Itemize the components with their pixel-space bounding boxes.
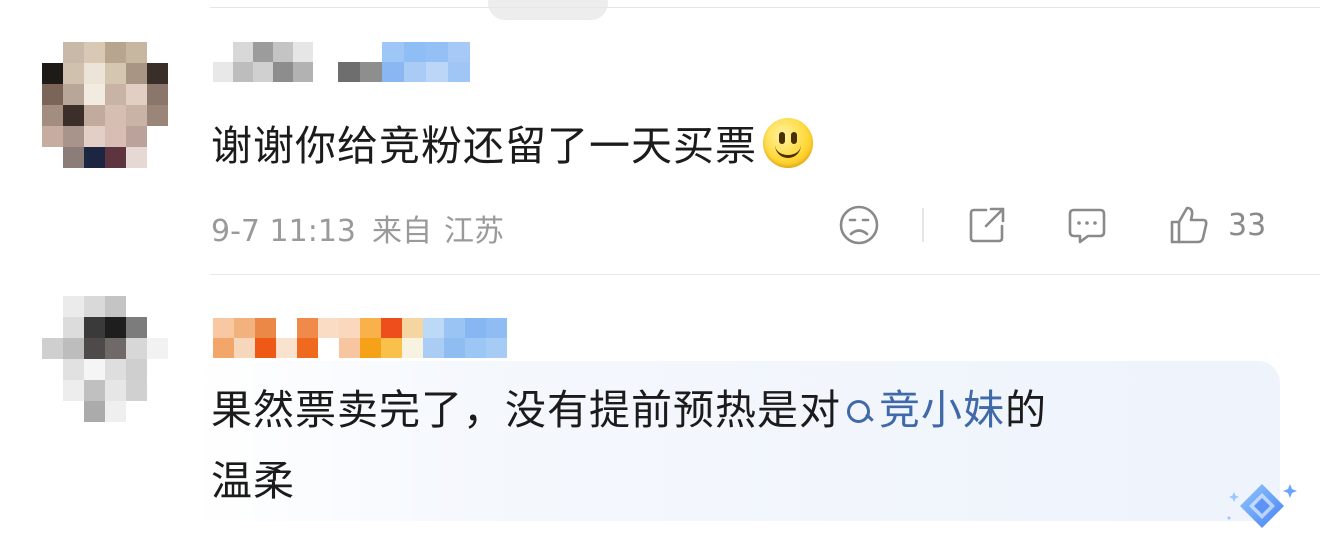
comment-text-body: 果然票卖完了，没有提前预热是对 xyxy=(211,386,841,434)
comment-meta: 9-7 11:13 来自 江苏 xyxy=(211,206,520,250)
action-divider xyxy=(922,208,924,242)
comment-date: 9-7 11:13 xyxy=(211,214,356,249)
comment-separator xyxy=(210,274,1320,275)
comment-location: 江苏 xyxy=(444,214,504,249)
location-prefix: 来自 xyxy=(372,214,432,249)
like-count: 33 xyxy=(1228,207,1267,243)
user-badge xyxy=(338,42,470,82)
dislike-button[interactable] xyxy=(838,200,880,250)
avatar[interactable] xyxy=(42,42,168,168)
comment-icon xyxy=(1068,208,1106,244)
user-badge xyxy=(381,318,507,358)
like-button[interactable]: 33 xyxy=(1168,200,1266,250)
mention-link[interactable]: 竞小妹 xyxy=(841,386,1005,434)
comment-text-second-line: 温柔 xyxy=(211,457,295,505)
comment-text-line2: 温柔 xyxy=(211,452,295,510)
share-button[interactable] xyxy=(966,200,1008,250)
share-icon xyxy=(969,207,1005,243)
smile-emoji-icon xyxy=(763,118,813,168)
search-icon xyxy=(845,398,874,426)
mention-text: 竞小妹 xyxy=(879,386,1005,434)
ai-diamond-icon[interactable] xyxy=(1222,478,1302,528)
sad-face-icon xyxy=(839,205,879,245)
username[interactable] xyxy=(213,318,381,358)
comment-text-body: 谢谢你给竞粉还留了一天买票 xyxy=(211,122,757,170)
comment-text: 谢谢你给竞粉还留了一天买票 xyxy=(211,117,813,175)
username[interactable] xyxy=(213,42,313,82)
thumbs-up-icon xyxy=(1170,206,1208,244)
reply-button[interactable] xyxy=(1066,200,1108,250)
comment-item: 谢谢你给竞粉还留了一天买票 9-7 11:13 来自 江苏 33 xyxy=(0,0,1320,276)
avatar[interactable] xyxy=(42,296,168,422)
comment-text: 果然票卖完了，没有提前预热是对 竞小妹的 xyxy=(211,380,1047,440)
comment-text-tail: 的 xyxy=(1005,386,1047,434)
